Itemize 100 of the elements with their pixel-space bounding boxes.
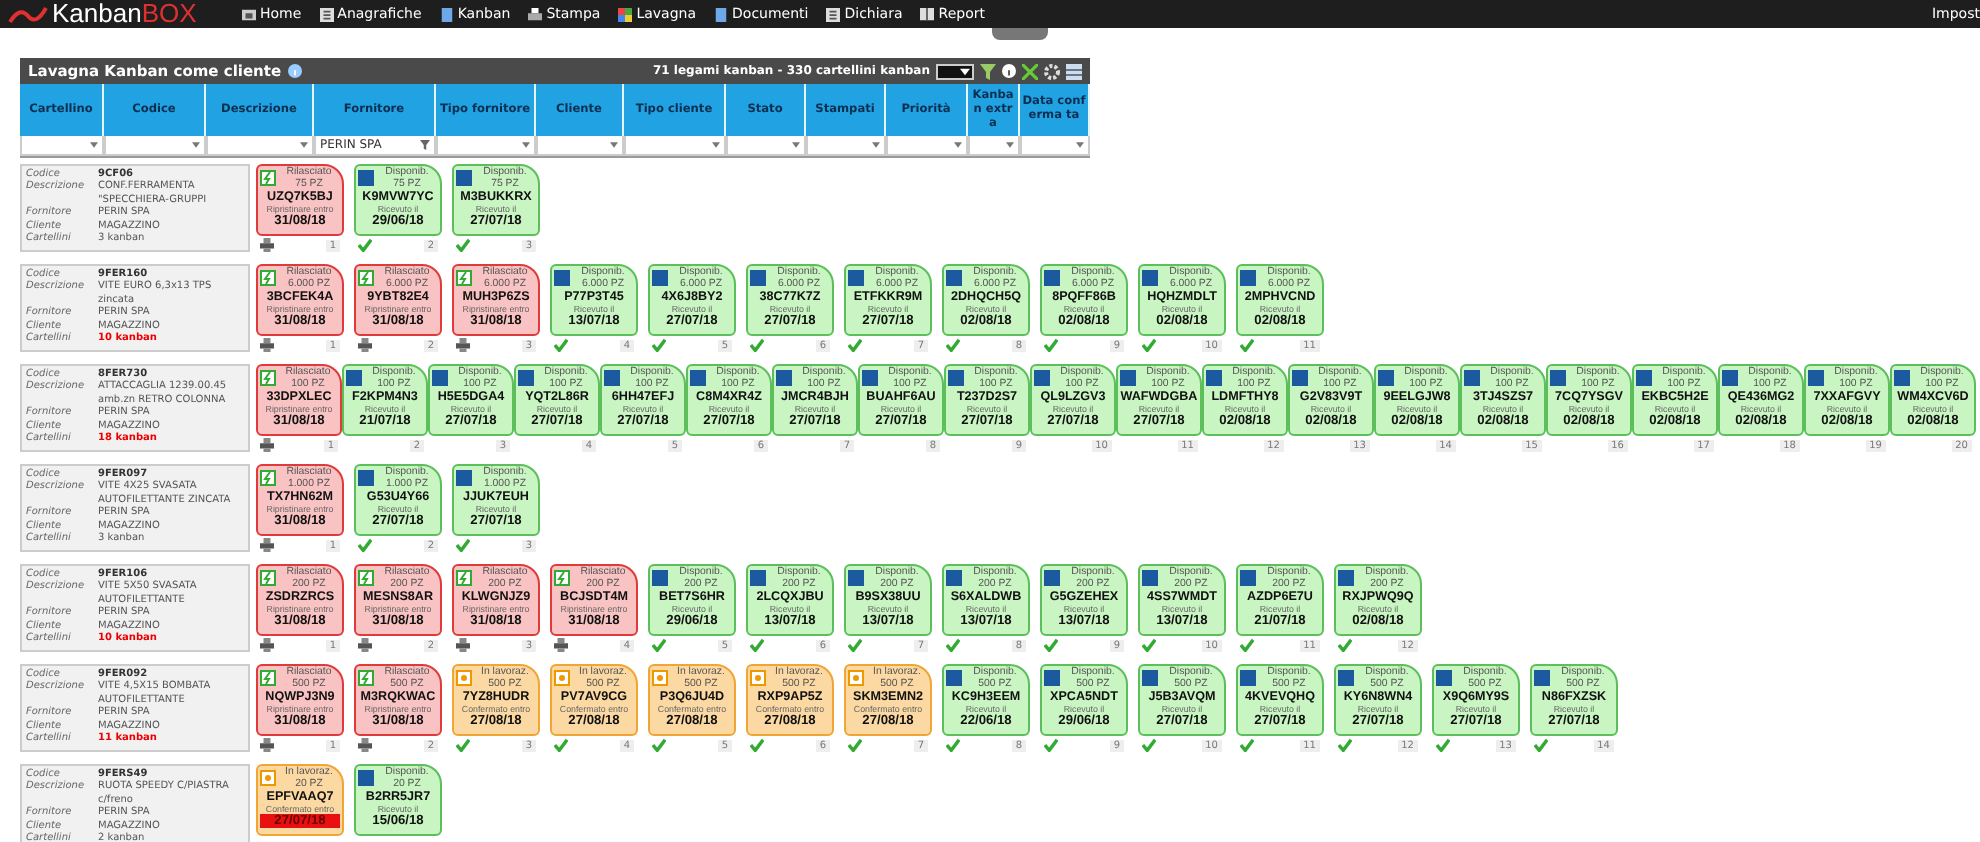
square-icon [1338, 670, 1354, 686]
check-icon[interactable] [750, 738, 764, 752]
box-icon [848, 670, 864, 686]
check-icon[interactable] [1338, 638, 1352, 652]
caret-icon [522, 142, 530, 148]
check-icon[interactable] [946, 738, 960, 752]
printer-icon[interactable] [358, 738, 372, 752]
printer-icon[interactable] [358, 638, 372, 652]
check-icon[interactable] [652, 738, 666, 752]
square-icon [1894, 370, 1910, 386]
collapse-handle[interactable] [992, 28, 1048, 40]
printer-icon[interactable] [260, 538, 274, 552]
check-icon[interactable] [1534, 738, 1548, 752]
caret-icon [960, 67, 970, 75]
check-icon[interactable] [750, 638, 764, 652]
check-icon[interactable] [848, 338, 862, 352]
filter-field[interactable] [726, 136, 806, 156]
check-icon[interactable] [554, 338, 568, 352]
check-icon[interactable] [750, 338, 764, 352]
filter-field[interactable] [624, 136, 726, 156]
square-icon [776, 370, 792, 386]
square-icon [1044, 670, 1060, 686]
box-icon [750, 670, 766, 686]
check-icon[interactable] [358, 238, 372, 252]
printer-icon[interactable] [456, 338, 470, 352]
printer-icon[interactable] [260, 438, 274, 452]
square-icon [1240, 270, 1256, 286]
filter-field[interactable] [104, 136, 206, 156]
select-dropdown[interactable] [936, 63, 974, 79]
square-icon [848, 270, 864, 286]
filter-field[interactable] [206, 136, 314, 156]
check-icon[interactable] [848, 638, 862, 652]
printer-icon[interactable] [260, 238, 274, 252]
square-icon [750, 270, 766, 286]
square-icon [1044, 570, 1060, 586]
check-icon[interactable] [1142, 338, 1156, 352]
info-icon[interactable] [1002, 64, 1016, 78]
square-icon [432, 370, 448, 386]
check-icon[interactable] [652, 638, 666, 652]
check-icon[interactable] [1240, 638, 1254, 652]
filter-field[interactable] [20, 136, 104, 156]
filter-field[interactable] [436, 136, 536, 156]
bolt-icon [358, 670, 374, 686]
caret-icon [610, 142, 618, 148]
table-icon[interactable] [1066, 63, 1082, 79]
square-icon [946, 270, 962, 286]
square-icon [652, 570, 668, 586]
check-icon[interactable] [456, 538, 470, 552]
filter-field[interactable] [1020, 136, 1090, 156]
printer-icon[interactable] [260, 738, 274, 752]
square-icon [1534, 670, 1550, 686]
check-icon[interactable] [652, 338, 666, 352]
check-icon[interactable] [1436, 738, 1450, 752]
printer-icon[interactable] [456, 638, 470, 652]
grid-icon [618, 7, 633, 21]
square-icon [1240, 570, 1256, 586]
check-icon[interactable] [1240, 738, 1254, 752]
check-icon[interactable] [456, 738, 470, 752]
check-icon[interactable] [1044, 738, 1058, 752]
printer-icon[interactable] [260, 638, 274, 652]
bolt-icon [456, 570, 472, 586]
square-icon [862, 370, 878, 386]
square-icon [518, 370, 534, 386]
filter-field[interactable] [536, 136, 624, 156]
filter-field[interactable] [886, 136, 968, 156]
square-icon [1436, 670, 1452, 686]
caret-icon [954, 142, 962, 148]
square-icon [946, 570, 962, 586]
check-icon[interactable] [358, 538, 372, 552]
square-icon [346, 370, 362, 386]
book-icon [920, 7, 935, 21]
check-icon[interactable] [1240, 338, 1254, 352]
square-icon [1044, 270, 1060, 286]
box-icon [260, 770, 276, 786]
filter-field[interactable] [806, 136, 886, 156]
check-icon[interactable] [1142, 638, 1156, 652]
square-icon [1722, 370, 1738, 386]
check-icon[interactable] [1338, 738, 1352, 752]
check-icon[interactable] [1044, 338, 1058, 352]
check-icon[interactable] [554, 738, 568, 752]
check-icon[interactable] [1044, 638, 1058, 652]
filter-field[interactable] [968, 136, 1020, 156]
check-icon[interactable] [456, 238, 470, 252]
check-icon[interactable] [946, 638, 960, 652]
settings-icon[interactable] [1044, 63, 1060, 79]
bolt-icon [260, 370, 276, 386]
bolt-icon [260, 270, 276, 286]
list-icon [826, 7, 841, 21]
check-icon[interactable] [1142, 738, 1156, 752]
info-icon[interactable] [287, 64, 302, 78]
printer-icon[interactable] [358, 338, 372, 352]
check-icon[interactable] [848, 738, 862, 752]
square-icon [948, 370, 964, 386]
filter-icon [420, 140, 430, 150]
square-icon [1292, 370, 1308, 386]
printer-icon[interactable] [260, 338, 274, 352]
filter-icon[interactable] [980, 63, 996, 79]
printer-icon[interactable] [554, 638, 568, 652]
square-icon [1550, 370, 1566, 386]
check-icon[interactable] [946, 338, 960, 352]
